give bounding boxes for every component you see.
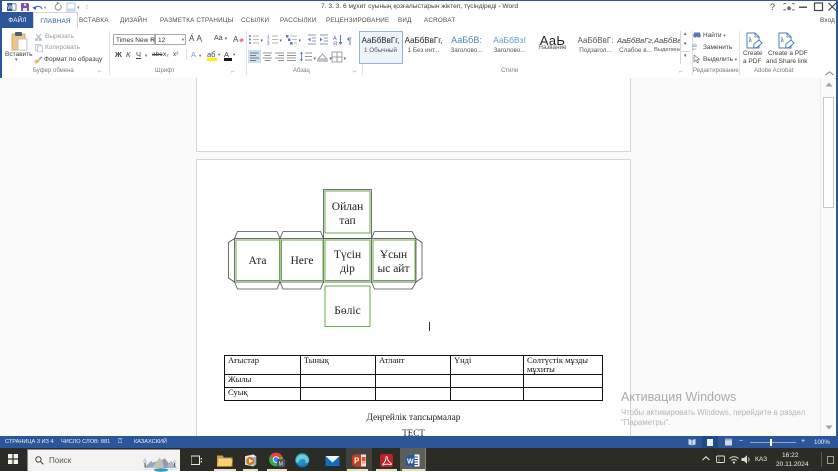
svg-text:M: M [279,461,283,467]
svg-text:Я: Я [333,42,337,48]
svg-text:Ұсын: Ұсын [380,249,407,261]
svg-text:¶: ¶ [347,36,352,46]
svg-text:?: ? [770,2,775,12]
svg-text:▾: ▾ [344,56,347,62]
svg-text:дір: дір [340,263,355,275]
svg-text:Бөліс: Бөліс [334,305,360,317]
svg-text:А: А [233,35,239,44]
svg-text:▾: ▾ [77,5,80,11]
svg-text:тап: тап [339,215,355,227]
svg-text:P: P [354,457,360,466]
svg-text:Ойлан: Ойлан [332,201,363,213]
svg-text:3: 3 [267,41,270,46]
svg-text:W: W [7,5,13,11]
svg-text:W: W [407,459,414,466]
svg-text:Түсін: Түсін [334,249,361,261]
svg-text:▾: ▾ [44,5,47,10]
svg-text:▾: ▾ [261,38,264,44]
svg-text:▾: ▾ [314,56,317,62]
svg-text:▾: ▾ [299,38,302,44]
svg-text:ac: ac [692,47,698,50]
svg-text:Неге: Неге [290,255,313,267]
svg-text:ыс айт: ыс айт [378,263,410,275]
svg-text:i: i [719,458,720,464]
svg-text:▾: ▾ [280,38,283,44]
svg-text:⁝: ⁝ [86,5,88,11]
svg-text:Ата: Ата [248,255,266,267]
